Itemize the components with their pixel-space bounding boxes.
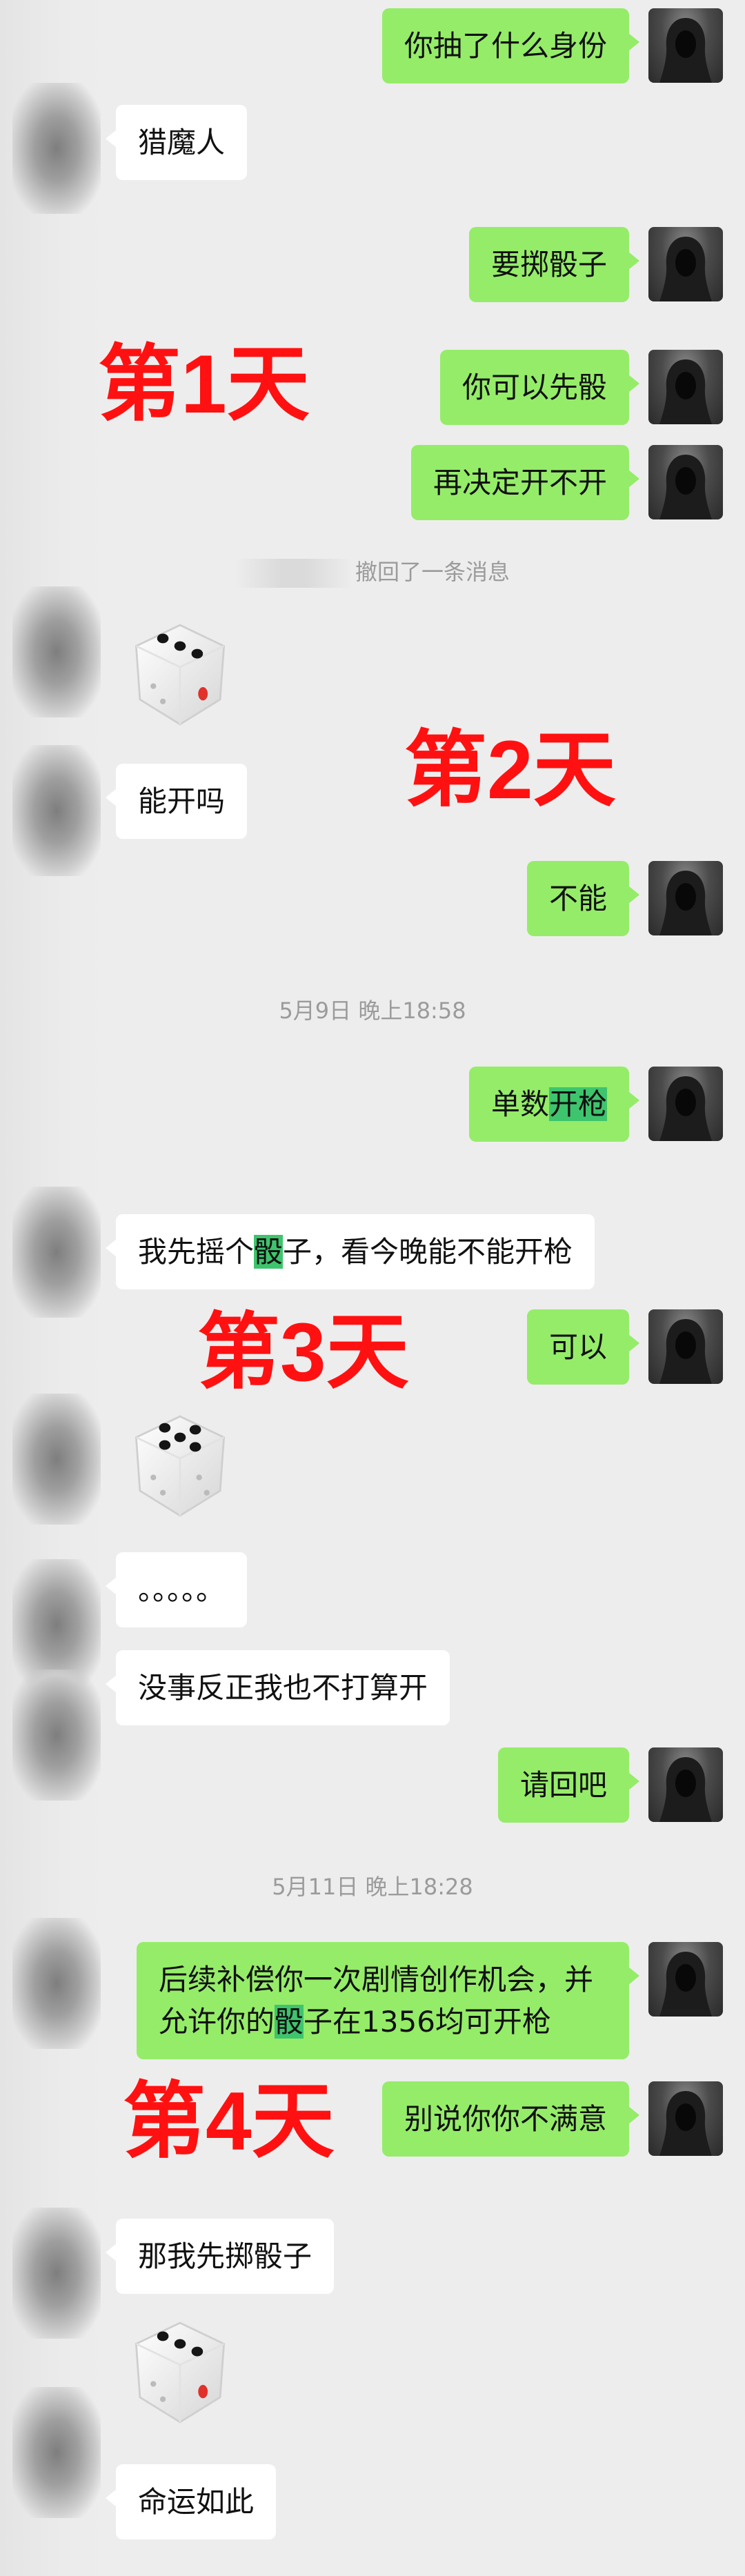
dice-pip (191, 2346, 203, 2357)
hooded-figure-icon (659, 237, 712, 301)
day-annotation: 第3天 (197, 1306, 409, 1398)
hooded-figure-icon (659, 18, 712, 83)
message-bubble-incoming[interactable]: 那我先掷骰子 (105, 2219, 335, 2294)
message-bubble-incoming[interactable]: 能开吗 (105, 764, 248, 839)
hooded-figure-icon (659, 1319, 712, 1384)
blurred-avatar (12, 1918, 101, 2049)
day-annotation: 第2天 (404, 724, 616, 816)
hooded-figure-avatar[interactable] (648, 445, 723, 519)
hooded-figure-icon (659, 1076, 712, 1141)
day-annotation: 第4天 (123, 2075, 335, 2168)
hooded-figure-icon (659, 1757, 712, 1822)
redacted-name (235, 559, 352, 588)
hooded-figure-avatar[interactable] (648, 8, 723, 83)
dice-pip (174, 1432, 186, 1443)
message-text: 子，看今晚能不能开枪 (283, 1235, 573, 1269)
message-bubble-incoming[interactable]: 。。。。。 (105, 1552, 248, 1627)
keyword-highlight: 骰 (275, 2005, 304, 2039)
dice-pip (189, 1425, 201, 1435)
message-bubble-outgoing[interactable]: 不能 (526, 861, 640, 936)
dice-pip (159, 1440, 171, 1450)
blurred-avatar (12, 1187, 101, 1318)
message-bubble-outgoing[interactable]: 要掷骰子 (468, 227, 640, 302)
hooded-figure-icon (659, 1952, 712, 2017)
dice-pip (189, 1442, 201, 1452)
blurred-avatar (12, 2208, 101, 2339)
day-annotation: 第1天 (98, 338, 310, 430)
dice-icon[interactable] (123, 2315, 237, 2430)
recall-notice-text: 撤回了一条消息 (355, 559, 510, 585)
hooded-figure-avatar[interactable] (648, 1942, 723, 2017)
message-bubble-outgoing[interactable]: 你可以先骰 (439, 350, 640, 425)
message-bubble-outgoing[interactable]: 可以 (526, 1309, 640, 1385)
timestamp: 5月11日 晚上18:28 (272, 1874, 473, 1900)
blurred-avatar (12, 745, 101, 876)
message-bubble-incoming[interactable]: 我先摇个骰子，看今晚能不能开枪 (105, 1214, 595, 1289)
blurred-avatar (12, 586, 101, 717)
hooded-figure-avatar[interactable] (648, 2081, 723, 2156)
blurred-avatar (12, 1670, 101, 1801)
hooded-figure-avatar[interactable] (648, 861, 723, 935)
message-bubble-outgoing[interactable]: 后续补偿你一次剧情创作机会，并允许你的骰子在1356均可开枪 (137, 1942, 639, 2059)
dice-icon[interactable] (123, 1409, 237, 1523)
hooded-figure-icon (659, 359, 712, 424)
dice-pip (157, 2331, 169, 2341)
hooded-figure-icon (659, 871, 712, 935)
keyword-highlight: 开枪 (548, 1087, 607, 1121)
dice-icon[interactable] (123, 617, 237, 732)
message-text: 子在1356均可开枪 (304, 2005, 551, 2039)
hooded-figure-avatar[interactable] (648, 1747, 723, 1822)
dice-pip (174, 2339, 186, 2349)
dice-pip (159, 1423, 171, 1433)
message-text: 我先摇个 (138, 1235, 255, 1269)
keyword-highlight: 骰 (254, 1235, 284, 1269)
hooded-figure-avatar[interactable] (648, 1067, 723, 1141)
message-bubble-outgoing[interactable]: 单数开枪 (468, 1067, 640, 1142)
hooded-figure-icon (659, 455, 712, 519)
hooded-figure-avatar[interactable] (648, 227, 723, 301)
blurred-avatar (12, 83, 101, 214)
recall-notice: 撤回了一条消息 (0, 555, 745, 588)
blurred-avatar (12, 2387, 101, 2518)
message-bubble-incoming[interactable]: 命运如此 (105, 2464, 277, 2539)
dice-pip (174, 641, 186, 651)
message-text: 单数 (490, 1087, 549, 1121)
message-bubble-incoming[interactable]: 猎魔人 (105, 105, 248, 180)
hooded-figure-icon (659, 2091, 712, 2156)
dice-pip (157, 633, 169, 644)
message-bubble-outgoing[interactable]: 再决定开不开 (410, 445, 640, 520)
message-bubble-incoming[interactable]: 没事反正我也不打算开 (105, 1650, 450, 1725)
message-bubble-outgoing[interactable]: 别说你你不满意 (381, 2081, 640, 2157)
hooded-figure-avatar[interactable] (648, 350, 723, 424)
blurred-avatar (12, 1394, 101, 1525)
message-bubble-outgoing[interactable]: 你抽了什么身份 (381, 8, 640, 83)
hooded-figure-avatar[interactable] (648, 1309, 723, 1384)
dice-pip (191, 648, 203, 659)
message-bubble-outgoing[interactable]: 请回吧 (497, 1747, 640, 1823)
timestamp: 5月9日 晚上18:58 (279, 998, 466, 1024)
